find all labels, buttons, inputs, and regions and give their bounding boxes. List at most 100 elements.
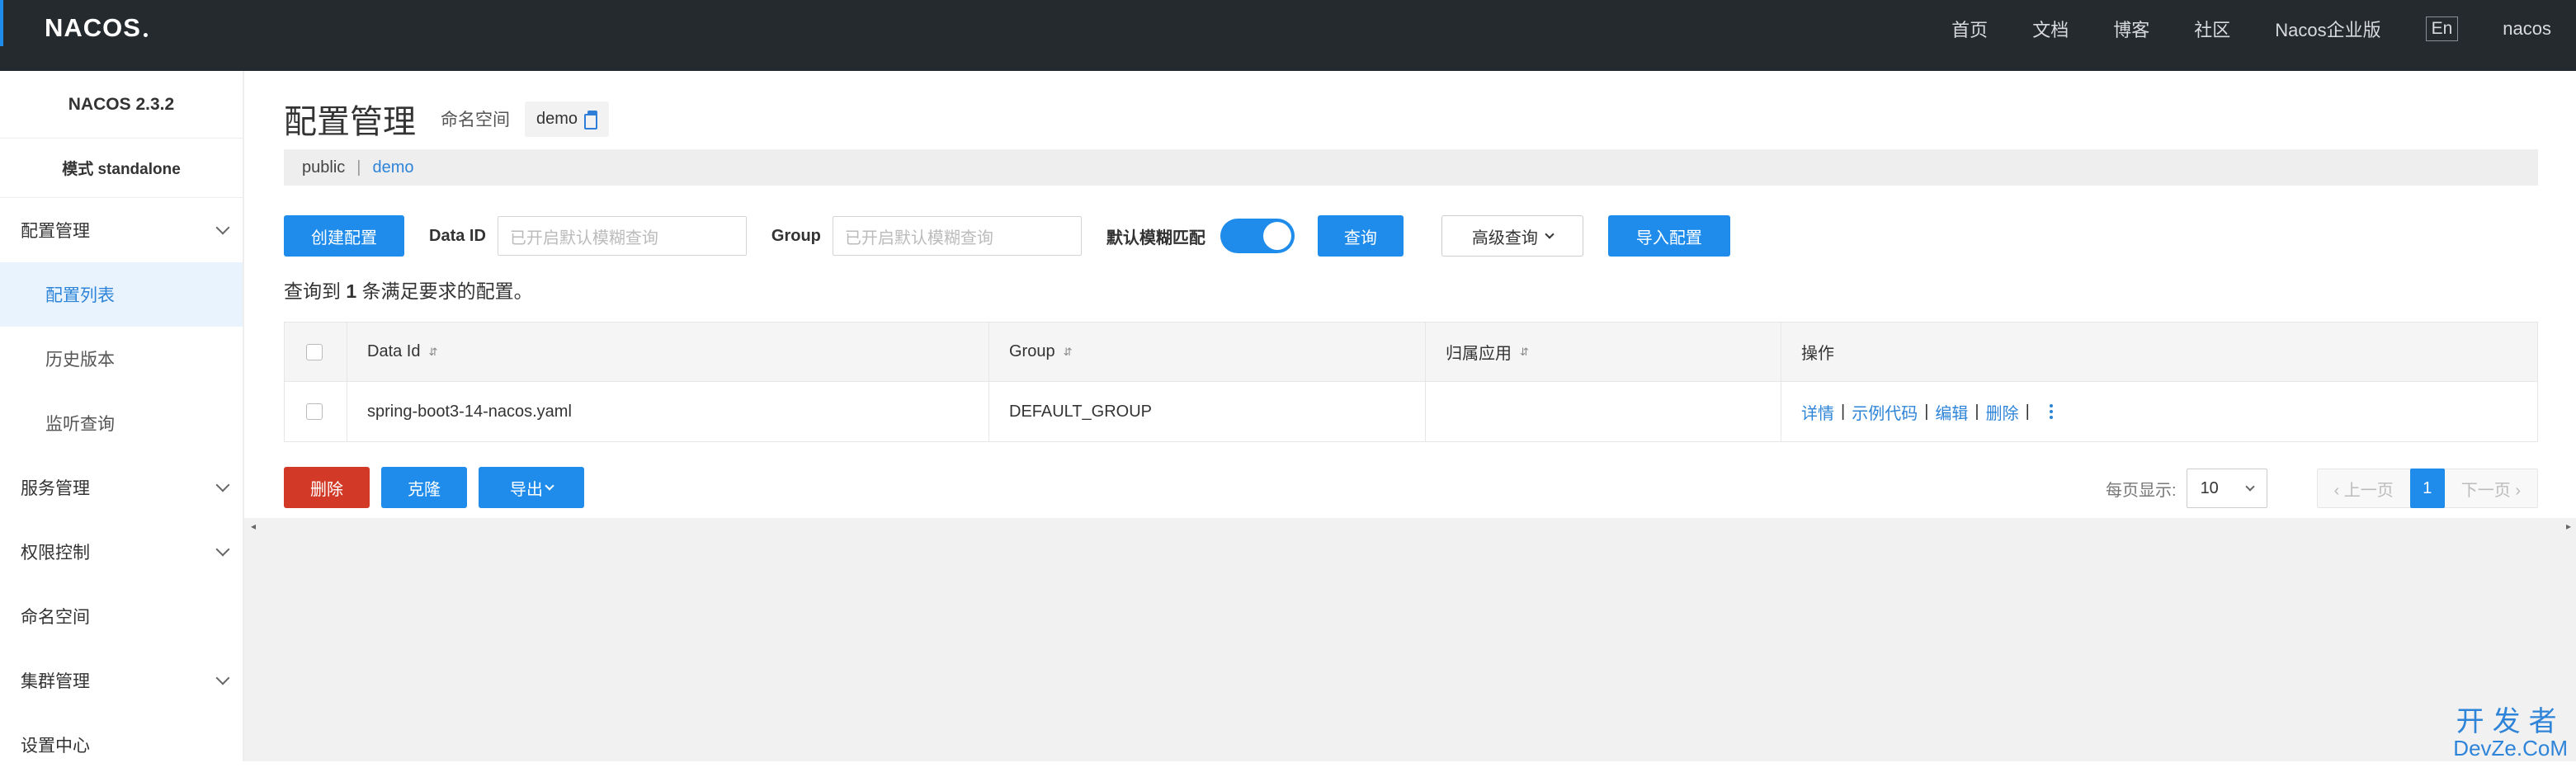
sort-icon[interactable]: ⇵ (1520, 346, 1529, 359)
fuzzy-match-label: 默认模糊匹配 (1106, 224, 1205, 248)
sidebar-item-label: 服务管理 (21, 475, 90, 500)
watermark: 开发者 DevZe.CoM (2453, 707, 2568, 760)
sample-code-link[interactable]: 示例代码 (1852, 400, 1918, 424)
per-page-select[interactable]: 10 (2187, 469, 2267, 508)
namespace-label: 命名空间 (441, 106, 510, 131)
horizontal-scrollbar[interactable]: ◂ ▸ (244, 518, 2576, 533)
query-button[interactable]: 查询 (1318, 215, 1404, 257)
nav-docs[interactable]: 文档 (2032, 16, 2069, 42)
sidebar-item-listener-query[interactable]: 监听查询 (0, 391, 243, 455)
header-label: 归属应用 (1446, 340, 1512, 364)
group-input[interactable]: 已开启默认模糊查询 (833, 216, 1082, 256)
header-label: Group (1009, 342, 1055, 361)
logo-dot (144, 33, 148, 37)
namespace-demo[interactable]: demo (372, 158, 413, 177)
chevron-down-icon (1545, 229, 1554, 238)
group-label: Group (771, 227, 821, 246)
namespace-badge: demo (525, 101, 609, 137)
prev-page-button[interactable]: ‹ 上一页 (2318, 477, 2410, 501)
sidebar: NACOS 2.3.2 模式 standalone 配置管理 配置列表 历史版本… (0, 71, 244, 761)
sidebar-item-config-management[interactable]: 配置管理 (0, 198, 243, 262)
cell-actions: 详情 | 示例代码 | 编辑 | 删除 | (1781, 382, 2537, 441)
sort-icon[interactable]: ⇵ (428, 346, 437, 359)
chevron-down-icon (216, 478, 230, 492)
search-bar: 创建配置 Data ID 已开启默认模糊查询 Group 已开启默认模糊查询 默… (284, 214, 1730, 257)
table-footer: 删除 克隆 导出 每页显示: 10 ‹ 上一页 1 下一页 › (284, 467, 2538, 510)
header-group[interactable]: Group ⇵ (989, 323, 1426, 381)
watermark-line2: DevZe.CoM (2453, 737, 2568, 760)
result-suffix: 条满足要求的配置。 (362, 280, 533, 302)
sidebar-item-label: 权限控制 (21, 539, 90, 564)
nav-community[interactable]: 社区 (2194, 16, 2230, 42)
header-app[interactable]: 归属应用 ⇵ (1426, 323, 1781, 381)
select-all-checkbox[interactable] (306, 344, 323, 360)
sidebar-mode: 模式 standalone (0, 139, 243, 198)
header-checkbox-cell (285, 323, 347, 381)
top-navbar: NACOS 首页 文档 博客 社区 Nacos企业版 En nacos (0, 0, 2576, 71)
import-config-button[interactable]: 导入配置 (1608, 215, 1730, 257)
language-toggle[interactable]: En (2426, 16, 2459, 41)
batch-delete-button[interactable]: 删除 (284, 467, 370, 508)
topbar-accent (0, 0, 3, 46)
per-page-value: 10 (2201, 479, 2219, 498)
logo-text: NACOS (45, 13, 141, 43)
title-row: 配置管理 命名空间 demo (284, 96, 609, 142)
namespace-public[interactable]: public (302, 158, 345, 177)
result-prefix: 查询到 (284, 280, 341, 302)
row-checkbox-cell (285, 382, 347, 441)
row-checkbox[interactable] (306, 403, 323, 420)
pagination-area: 每页显示: 10 ‹ 上一页 1 下一页 › (2106, 467, 2538, 510)
sidebar-item-service-management[interactable]: 服务管理 (0, 455, 243, 520)
sidebar-item-access-control[interactable]: 权限控制 (0, 520, 243, 584)
advanced-query-button[interactable]: 高级查询 (1441, 215, 1583, 257)
sidebar-item-label: 命名空间 (21, 604, 90, 629)
cell-group: DEFAULT_GROUP (989, 382, 1426, 441)
sidebar-item-label: 配置管理 (21, 218, 90, 243)
table-header: Data Id ⇵ Group ⇵ 归属应用 ⇵ 操作 (285, 323, 2537, 382)
result-count: 1 (346, 280, 356, 302)
page-title: 配置管理 (284, 95, 416, 143)
sidebar-item-settings[interactable]: 设置中心 (0, 713, 243, 777)
sidebar-item-namespace[interactable]: 命名空间 (0, 584, 243, 648)
scroll-left-icon[interactable]: ◂ (251, 520, 256, 532)
header-actions: 操作 (1781, 323, 2537, 381)
sidebar-item-cluster-management[interactable]: 集群管理 (0, 648, 243, 713)
namespace-value: demo (536, 110, 578, 129)
main-content: 配置管理 命名空间 demo public | demo 创建配置 Data I… (244, 71, 2576, 761)
header-label: 操作 (1801, 340, 1834, 364)
op-separator: | (1924, 403, 1928, 421)
more-vertical-icon[interactable] (2050, 404, 2053, 419)
clone-button[interactable]: 克隆 (381, 467, 467, 508)
namespace-switcher: public | demo (284, 149, 2538, 186)
copy-icon[interactable] (584, 111, 597, 127)
dataid-input[interactable]: 已开启默认模糊查询 (498, 216, 747, 256)
per-page-label: 每页显示: (2106, 477, 2177, 501)
batch-actions: 删除 克隆 导出 (284, 467, 584, 508)
create-config-button[interactable]: 创建配置 (284, 215, 404, 257)
op-separator: | (1841, 403, 1845, 421)
sort-icon[interactable]: ⇵ (1064, 346, 1073, 359)
chevron-down-icon (216, 543, 230, 557)
op-separator: | (1974, 403, 1979, 421)
export-button[interactable]: 导出 (479, 467, 584, 508)
prev-page-label: 上一页 (2344, 482, 2394, 500)
nav-enterprise[interactable]: Nacos企业版 (2275, 16, 2380, 42)
next-page-button[interactable]: 下一页 › (2445, 477, 2537, 501)
delete-link[interactable]: 删除 (1986, 400, 2019, 424)
header-dataid[interactable]: Data Id ⇵ (347, 323, 989, 381)
sidebar-item-history[interactable]: 历史版本 (0, 327, 243, 391)
config-table: Data Id⇵ Group⇵ 归属应用⇵ 操作 spring-boot3-14… (284, 322, 2538, 442)
top-nav: 首页 文档 博客 社区 Nacos企业版 En nacos (1951, 0, 2576, 58)
details-link[interactable]: 详情 (1801, 400, 1834, 424)
user-menu[interactable]: nacos (2503, 18, 2551, 40)
scroll-right-icon[interactable]: ▸ (2566, 520, 2571, 532)
edit-link[interactable]: 编辑 (1935, 400, 1968, 424)
nav-blog[interactable]: 博客 (2113, 16, 2149, 42)
fuzzy-match-toggle[interactable] (1220, 219, 1295, 253)
nav-home[interactable]: 首页 (1951, 16, 1988, 42)
watermark-line1: 开发者 (2453, 707, 2568, 737)
page-number-current[interactable]: 1 (2410, 469, 2445, 508)
sidebar-item-config-list[interactable]: 配置列表 (0, 262, 243, 327)
nacos-logo[interactable]: NACOS (45, 12, 148, 45)
header-label: Data Id (367, 342, 420, 361)
